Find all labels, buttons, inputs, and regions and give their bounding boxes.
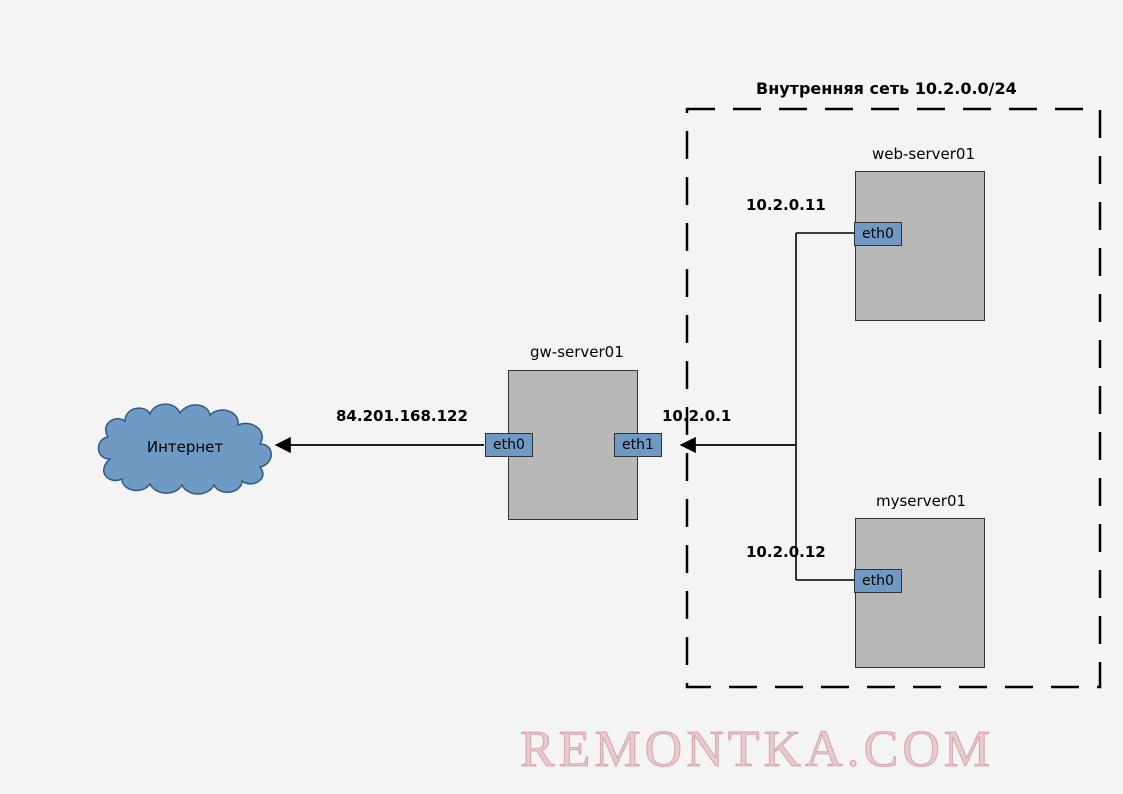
diagram-canvas: Интернет gw-server01 eth0 84.201.168.122… [0, 0, 1123, 794]
gateway-eth0-iface: eth0 [485, 433, 533, 457]
gateway-name-label: gw-server01 [530, 343, 624, 361]
webserver-box [855, 171, 985, 321]
network-title: Внутренняя сеть 10.2.0.0/24 [756, 79, 1017, 98]
myserver-name-label: myserver01 [876, 492, 966, 510]
watermark-text: REMONTKA.COM [520, 720, 994, 779]
gateway-eth1-iface: eth1 [614, 433, 662, 457]
webserver-ip: 10.2.0.11 [746, 196, 826, 214]
myserver-eth0-iface: eth0 [854, 569, 902, 593]
myserver-box [855, 518, 985, 668]
myserver-ip: 10.2.0.12 [746, 543, 826, 561]
webserver-name-label: web-server01 [872, 145, 975, 163]
webserver-eth0-iface: eth0 [854, 222, 902, 246]
gateway-public-ip: 84.201.168.122 [336, 407, 468, 425]
internet-label: Интернет [140, 438, 230, 456]
gateway-private-ip: 10.2.0.1 [662, 407, 731, 425]
